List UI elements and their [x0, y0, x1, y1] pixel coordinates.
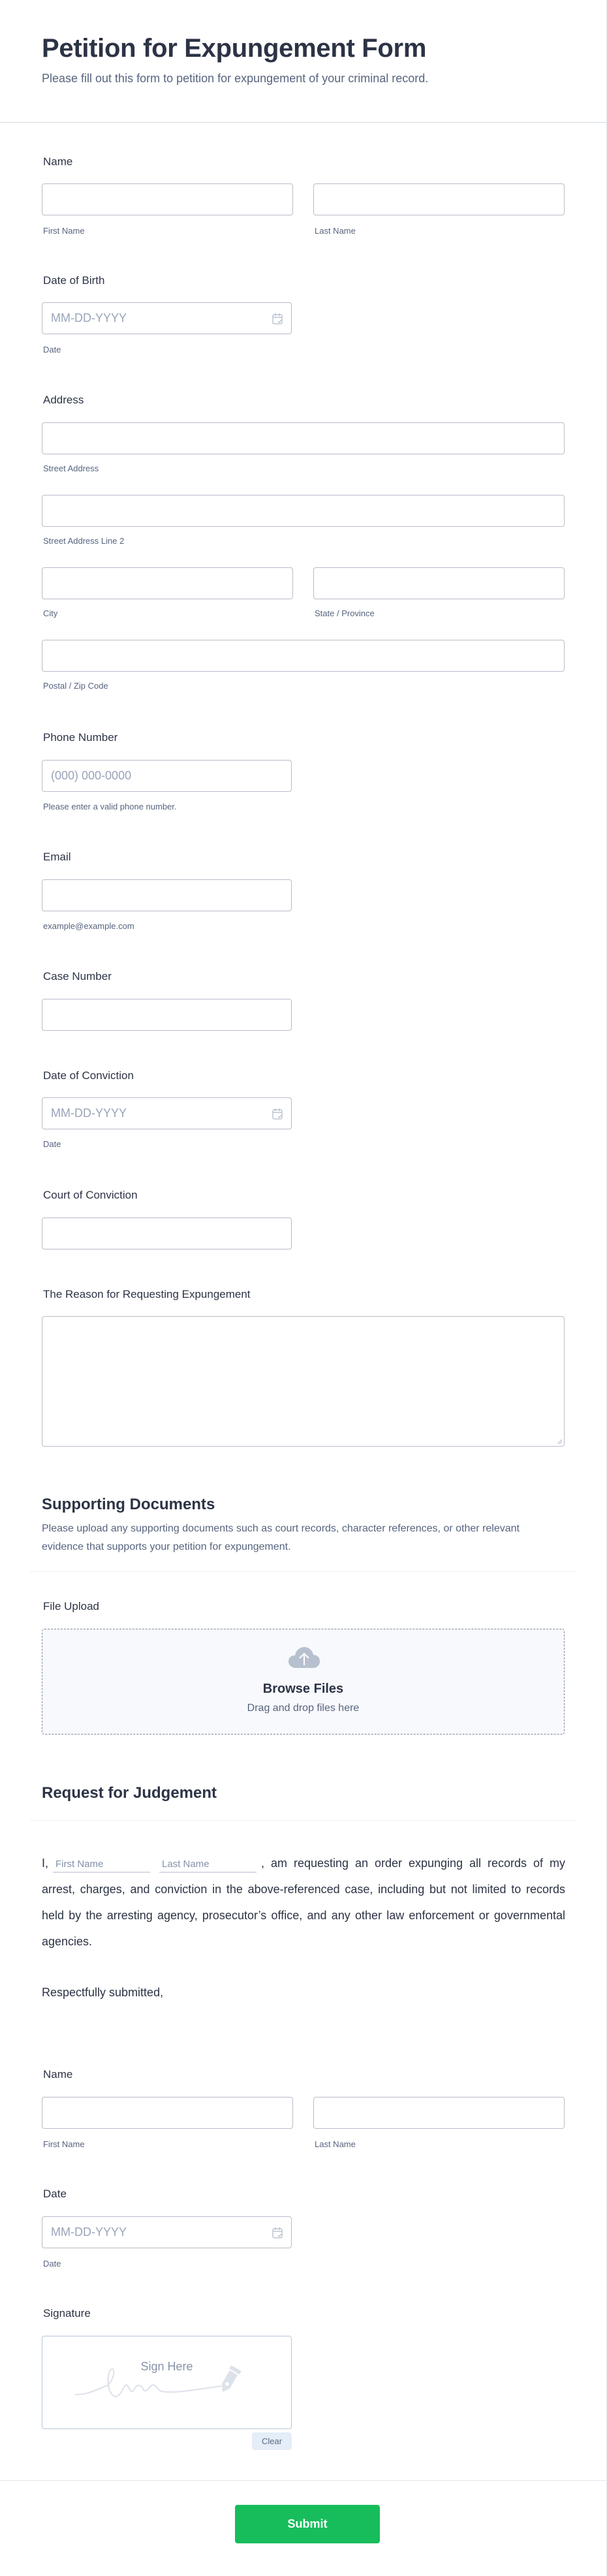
- signoff-date-label: Date: [43, 2188, 67, 2200]
- phone-label: Phone Number: [43, 731, 118, 744]
- clear-signature-button[interactable]: Clear: [252, 2432, 292, 2450]
- zip-sublabel: Postal / Zip Code: [43, 681, 108, 691]
- last-name-sublabel: Last Name: [315, 226, 356, 236]
- closing-text: Respectfully submitted,: [42, 1986, 164, 1999]
- city-sublabel: City: [43, 608, 58, 618]
- reason-label: The Reason for Requesting Expungement: [43, 1288, 251, 1300]
- sign-here-hint: Sign Here: [140, 2360, 193, 2373]
- last-name-input[interactable]: [313, 183, 565, 215]
- address-label: Address: [43, 394, 84, 406]
- case-number-input[interactable]: [42, 999, 292, 1031]
- signoff-date-input[interactable]: MM-DD-YYYY: [42, 2216, 292, 2248]
- street-address-sublabel: Street Address: [43, 463, 99, 473]
- conviction-date-label: Date of Conviction: [43, 1069, 134, 1082]
- signoff-first-name-sublabel: First Name: [43, 2139, 85, 2149]
- state-input[interactable]: [313, 567, 565, 599]
- signature-label: Signature: [43, 2307, 91, 2319]
- judgement-paragraph: I, First Name Last Name, am requesting an …: [42, 1850, 565, 1955]
- dob-placeholder: MM-DD-YYYY: [51, 311, 127, 324]
- email-label: Email: [43, 851, 71, 863]
- street-address-line2-sublabel: Street Address Line 2: [43, 536, 125, 546]
- zip-input[interactable]: [42, 640, 565, 672]
- conviction-date-placeholder: MM-DD-YYYY: [51, 1107, 127, 1120]
- conviction-date-input[interactable]: MM-DD-YYYY: [42, 1097, 292, 1129]
- judgement-prefix: I,: [42, 1857, 49, 1870]
- dob-label: Date of Birth: [43, 274, 105, 287]
- street-address-line2-input[interactable]: [42, 495, 565, 527]
- phone-placeholder: (000) 000-0000: [51, 769, 132, 782]
- calendar-icon[interactable]: [272, 2227, 283, 2238]
- supporting-documents-description: Please upload any supporting documents s…: [42, 1523, 520, 1552]
- conviction-date-sublabel: Date: [43, 1139, 61, 1149]
- request-for-judgement-heading: Request for Judgement: [42, 1784, 217, 1802]
- form-subtitle: Please fill out this form to petition fo…: [42, 72, 429, 85]
- court-label: Court of Conviction: [43, 1189, 138, 1201]
- supporting-documents-heading: Supporting Documents: [42, 1496, 215, 1513]
- dob-sublabel: Date: [43, 345, 61, 354]
- file-upload-label: File Upload: [43, 1600, 99, 1612]
- footer-divider: [0, 2480, 606, 2481]
- form-title: Petition for Expungement Form: [42, 34, 427, 63]
- calendar-icon[interactable]: [272, 313, 283, 324]
- header-divider: [0, 122, 606, 123]
- email-input[interactable]: [42, 879, 292, 911]
- state-sublabel: State / Province: [315, 608, 375, 618]
- inline-first-name-input[interactable]: First Name: [53, 1857, 151, 1873]
- email-sublabel: example@example.com: [43, 921, 134, 931]
- phone-sublabel: Please enter a valid phone number.: [43, 802, 177, 811]
- court-input[interactable]: [42, 1217, 292, 1249]
- signoff-date-placeholder: MM-DD-YYYY: [51, 2225, 127, 2238]
- cloud-upload-icon: [288, 1647, 320, 1668]
- resize-handle-icon[interactable]: [557, 1439, 562, 1444]
- city-input[interactable]: [42, 567, 293, 599]
- calendar-icon[interactable]: [272, 1108, 283, 1120]
- section-divider: [30, 1820, 577, 1821]
- section-divider: [30, 1571, 577, 1572]
- first-name-sublabel: First Name: [43, 226, 85, 236]
- dob-input[interactable]: MM-DD-YYYY: [42, 302, 292, 334]
- signoff-date-sublabel: Date: [43, 2259, 61, 2269]
- signature-pad[interactable]: Sign Here: [42, 2336, 292, 2429]
- submit-button[interactable]: Submit: [235, 2505, 380, 2543]
- reason-textarea[interactable]: [42, 1316, 565, 1447]
- phone-input[interactable]: (000) 000-0000: [42, 760, 292, 792]
- first-name-input[interactable]: [42, 183, 293, 215]
- name-label: Name: [43, 155, 73, 168]
- signoff-last-name-input[interactable]: [313, 2097, 565, 2129]
- street-address-input[interactable]: [42, 422, 565, 454]
- case-number-label: Case Number: [43, 970, 112, 982]
- inline-last-name-input[interactable]: Last Name: [159, 1857, 257, 1873]
- signoff-name-label: Name: [43, 2068, 73, 2081]
- signoff-last-name-sublabel: Last Name: [315, 2139, 356, 2149]
- signoff-first-name-input[interactable]: [42, 2097, 293, 2129]
- drag-drop-hint: Drag and drop files here: [247, 1703, 360, 1714]
- file-upload-dropzone[interactable]: Browse Files Drag and drop files here: [42, 1629, 565, 1735]
- browse-files-button[interactable]: Browse Files: [42, 1682, 564, 1697]
